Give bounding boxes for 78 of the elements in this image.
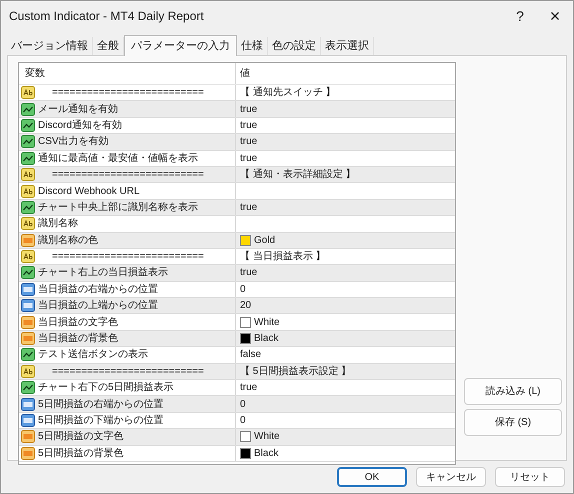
parameter-name: チャート右下の5日間損益表示 [38,380,174,396]
parameter-value[interactable]: true [240,102,258,117]
parameter-name: 識別名称の色 [38,234,98,248]
line-chart-icon [21,118,35,132]
text-type-icon [21,364,35,378]
parameter-name: ========================== [51,86,204,100]
column-header: 変数 [24,66,46,81]
parameter-value[interactable]: White [254,429,280,444]
parameter-value[interactable]: 【 通知先スイッチ 】 [240,85,336,100]
close-button[interactable]: × [537,1,573,31]
dialog-button[interactable]: リセット [495,467,565,487]
column-header: 値 [235,63,250,84]
parameter-name: メール通知を有効 [38,102,118,117]
parameter-value[interactable]: true [240,380,258,396]
palette-type-icon [21,332,35,346]
number-type-icon [21,398,35,411]
palette-type-icon [21,446,35,460]
parameter-value[interactable]: 【 当日損益表示 】 [240,249,326,264]
parameter-name: テスト送信ボタンの表示 [38,348,148,362]
parameter-value[interactable]: Gold [254,232,276,248]
parameter-name: チャート右上の当日損益表示 [38,266,168,280]
parameter-name: 当日損益の背景色 [38,332,118,346]
parameter-name: ========================== [51,168,204,182]
parameter-name: 当日損益の右端からの位置 [38,282,158,297]
parameter-name: 通知に最高値・最安値・値幅を表示 [38,152,198,166]
parameter-name: CSV出力を有効 [38,134,109,150]
text-type-icon [21,250,35,264]
side-button[interactable]: 保存 (S) [464,409,562,436]
window-title: Custom Indicator - MT4 Daily Report [8,8,204,25]
text-type-icon [21,217,35,230]
line-chart-icon [21,135,35,148]
text-type-icon [21,184,35,198]
parameter-value[interactable]: 0 [240,282,246,297]
parameter-value[interactable]: Black [254,331,278,346]
number-type-icon [21,414,35,427]
line-chart-icon [21,200,35,214]
parameter-name: チャート中央上部に識別名称を表示 [38,200,198,215]
parameter-name: 5日間損益の背景色 [38,446,124,461]
parameter-name: 5日間損益の右端からの位置 [38,398,164,412]
dialog-button[interactable]: OK [337,467,407,487]
parameter-name: 当日損益の上端からの位置 [38,298,158,314]
text-type-icon [21,86,35,100]
help-button[interactable]: ? [503,1,537,31]
parameter-value[interactable]: Black [254,446,278,461]
parameter-name: ========================== [51,250,204,264]
parameter-value[interactable]: true [240,200,258,215]
parameter-name: Discord Webhook URL [38,184,140,199]
number-type-icon [21,282,35,296]
number-type-icon [21,299,35,312]
side-button[interactable]: 読み込み (L) [464,378,562,405]
text-type-icon [21,168,35,182]
parameter-value[interactable]: true [240,134,258,150]
line-chart-icon [21,381,35,394]
parameter-value[interactable]: 【 通知・表示詳細設定 】 [240,167,356,182]
tab[interactable]: パラメーターの入力 [124,35,237,56]
parameter-name: 5日間損益の文字色 [38,430,124,444]
line-chart-icon [21,152,35,165]
line-chart-icon [21,348,35,362]
parameter-value[interactable]: 【 5日間損益表示設定 】 [240,364,352,379]
parameter-value[interactable]: White [254,314,280,330]
parameter-name: 識別名称 [38,216,78,232]
parameter-value[interactable]: 0 [240,413,246,428]
dialog-button[interactable]: キャンセル [416,467,486,487]
parameter-value[interactable]: true [240,150,258,166]
parameter-value[interactable]: 0 [240,396,246,412]
parameter-name: Discord通知を有効 [38,118,122,133]
line-chart-icon [21,102,35,116]
parameter-name: 5日間損益の下端からの位置 [38,414,164,428]
parameter-value[interactable]: false [240,347,262,362]
line-chart-icon [21,266,35,280]
parameter-value[interactable]: 20 [240,298,252,314]
parameter-value[interactable]: true [240,118,258,133]
palette-type-icon [21,234,35,247]
palette-type-icon [21,316,35,329]
parameter-name: 当日損益の文字色 [38,316,118,330]
parameter-value[interactable]: true [240,265,258,280]
palette-type-icon [21,430,35,444]
parameter-name: ========================== [51,364,204,379]
